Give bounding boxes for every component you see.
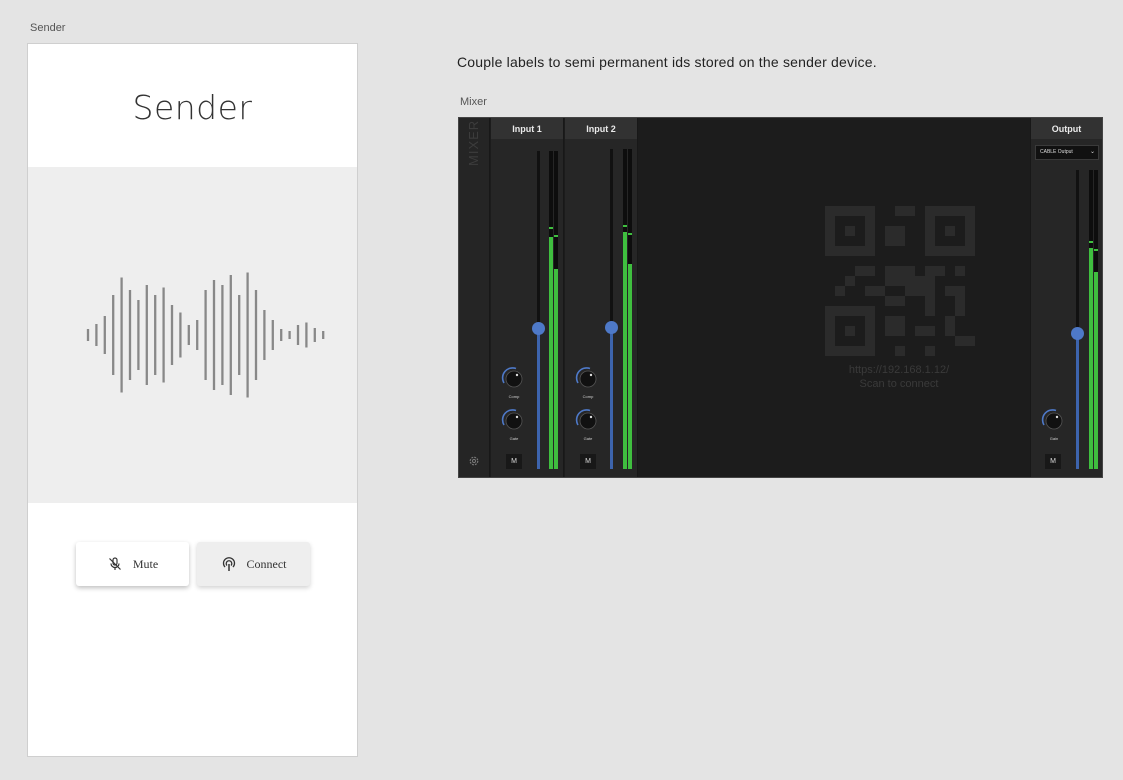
- sender-frame-label: Sender: [30, 22, 66, 34]
- sender-phone: Sender Mute Connect: [27, 43, 358, 757]
- mute-toggle[interactable]: M: [1045, 454, 1061, 469]
- connect-button[interactable]: Connect: [197, 542, 310, 586]
- gate-label: Gate: [583, 436, 593, 441]
- mute-label: Mute: [132, 556, 159, 571]
- qr-url: https://192.168.1.12/: [848, 364, 950, 376]
- broadcast-icon: [222, 557, 235, 571]
- volume-fader[interactable]: [605, 149, 618, 469]
- level-meter-right: [628, 149, 632, 469]
- connect-label: Connect: [246, 556, 287, 571]
- mute-toggle[interactable]: M: [580, 454, 596, 469]
- mute-button[interactable]: Mute: [76, 542, 189, 586]
- fader-handle[interactable]: [605, 321, 618, 335]
- waveform: [86, 272, 325, 398]
- gate-label: Gate: [509, 436, 519, 441]
- comp-label: Comp: [582, 394, 594, 399]
- gain-knob[interactable]: [1039, 406, 1067, 434]
- channel-name: Input 1: [491, 118, 563, 139]
- mic-off-icon: [108, 557, 121, 570]
- sender-title: Sender: [132, 88, 253, 127]
- mixer-frame-label: Mixer: [460, 96, 487, 108]
- fader-handle[interactable]: [532, 322, 545, 336]
- gear-icon[interactable]: [467, 454, 481, 468]
- volume-fader[interactable]: [532, 151, 545, 469]
- comp-knob[interactable]: [573, 364, 601, 392]
- level-meter-left: [623, 149, 627, 469]
- gain-label: Gain: [1049, 436, 1059, 441]
- gate-knob[interactable]: [499, 406, 527, 434]
- annotation-note: Couple labels to semi permanent ids stor…: [457, 54, 877, 70]
- level-meter-left: [1089, 170, 1093, 469]
- mixer-window: MIXER Input 1 Comp Gate M Input 2 Comp G…: [458, 117, 1103, 478]
- channel-name: Output: [1031, 118, 1102, 139]
- mute-toggle[interactable]: M: [506, 454, 522, 469]
- level-meter-right: [554, 151, 558, 469]
- channel-name: Input 2: [565, 118, 637, 139]
- level-meter-right: [1094, 170, 1098, 469]
- chevron-down-icon: ⌄: [1089, 149, 1095, 155]
- output-device-select[interactable]: CABLE Output ⌄: [1035, 145, 1099, 160]
- level-meter-left: [549, 151, 553, 469]
- channel-output: Output CABLE Output ⌄ Gain M: [1030, 118, 1102, 477]
- output-device-value: CABLE Output: [1040, 149, 1073, 155]
- comp-knob[interactable]: [499, 364, 527, 392]
- waveform-area: [28, 167, 357, 503]
- mixer-sidebar: MIXER: [459, 118, 490, 477]
- channel-input-2: Input 2 Comp Gate M: [565, 118, 638, 477]
- volume-fader[interactable]: [1071, 170, 1084, 469]
- comp-label: Comp: [508, 394, 520, 399]
- qr-code: [825, 206, 975, 356]
- qr-hint: Scan to connect: [859, 378, 939, 390]
- mixer-side-label: MIXER: [466, 119, 481, 166]
- channel-input-1: Input 1 Comp Gate M: [491, 118, 564, 477]
- gate-knob[interactable]: [573, 406, 601, 434]
- fader-handle[interactable]: [1071, 327, 1084, 341]
